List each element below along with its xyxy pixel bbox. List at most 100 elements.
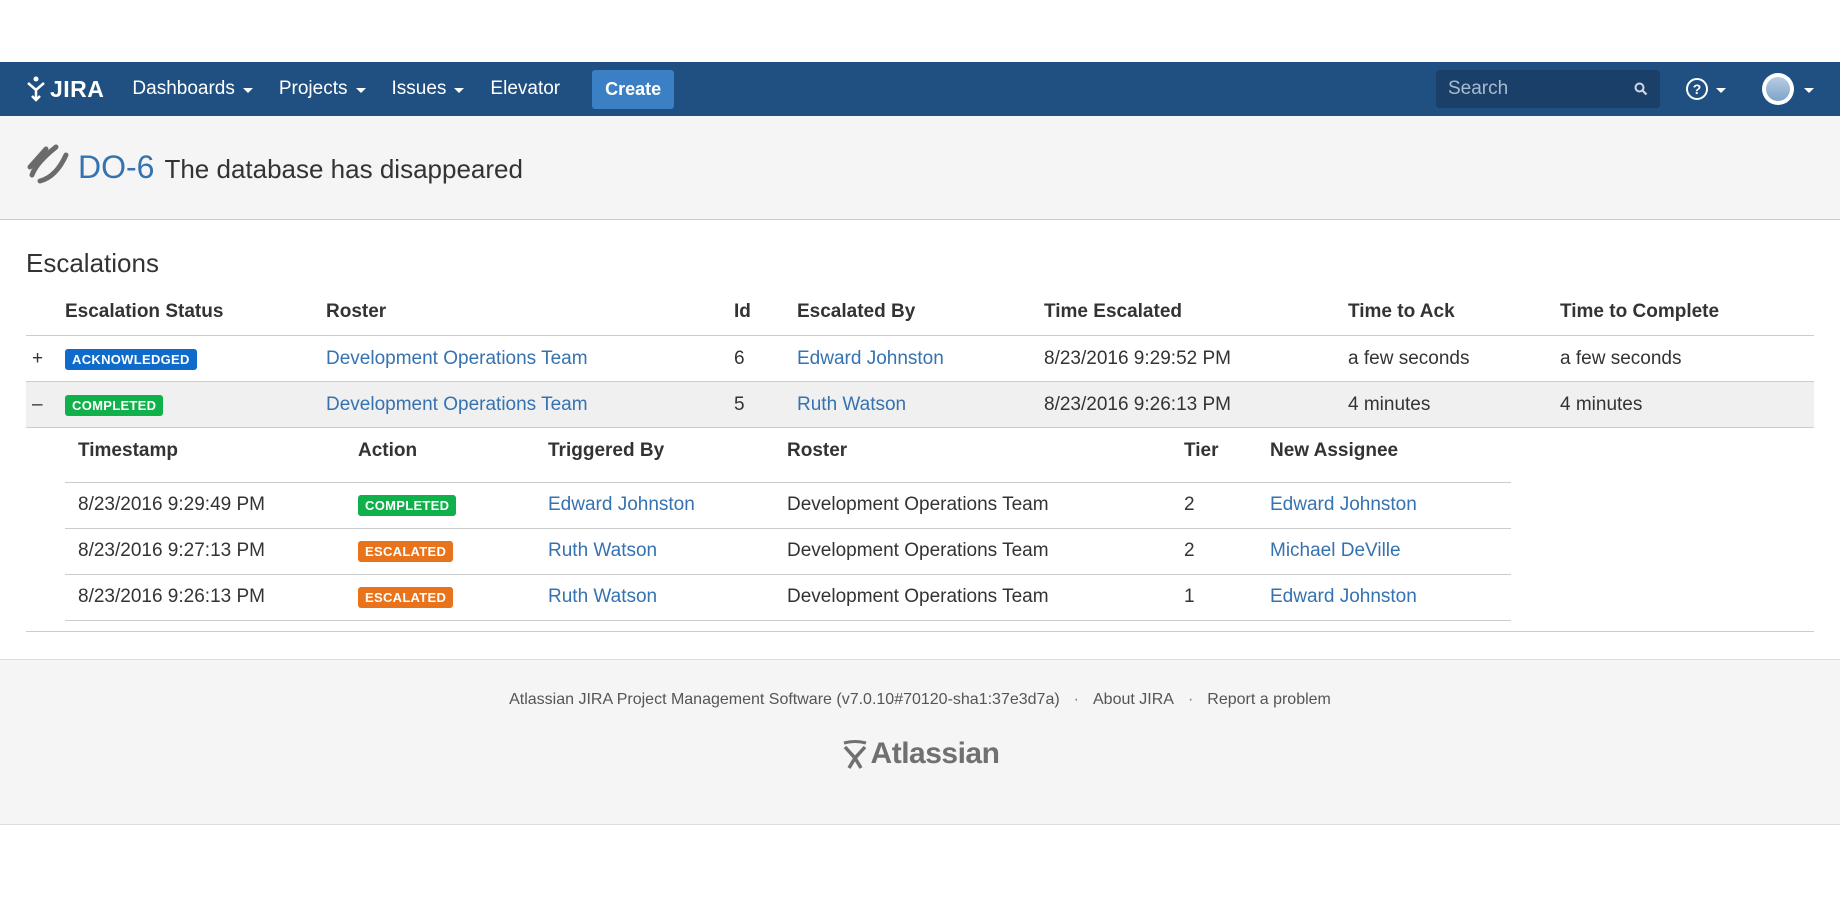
search-icon[interactable] bbox=[1634, 82, 1648, 96]
expand-toggle[interactable]: + bbox=[26, 335, 65, 382]
action-cell: ESCALATED bbox=[358, 528, 548, 575]
main-content: Escalations Escalation Status Roster Id … bbox=[0, 220, 1840, 632]
nav-projects-label: Projects bbox=[278, 78, 348, 99]
avatar-image bbox=[1766, 77, 1790, 101]
roster-cell: Development Operations Team bbox=[787, 482, 1184, 529]
atlassian-logo[interactable]: Atlassian bbox=[841, 737, 1000, 771]
nav-elevator[interactable]: Elevator bbox=[490, 78, 560, 100]
roster-link[interactable]: Development Operations Team bbox=[326, 348, 588, 369]
issue-key-link[interactable]: DO-6 bbox=[78, 149, 154, 186]
chevron-down-icon bbox=[454, 87, 465, 93]
time-to-ack-cell: a few seconds bbox=[1348, 335, 1560, 382]
tier-cell: 1 bbox=[1184, 574, 1270, 621]
footer-links: Atlassian JIRA Project Management Softwa… bbox=[509, 691, 1331, 709]
roster-cell: Development Operations Team bbox=[787, 574, 1184, 621]
collapse-toggle[interactable]: – bbox=[26, 381, 65, 428]
search-input[interactable] bbox=[1448, 78, 1618, 100]
action-badge: COMPLETED bbox=[358, 495, 457, 516]
id-cell: 5 bbox=[734, 381, 797, 428]
time-to-complete-cell: 4 minutes bbox=[1560, 381, 1814, 428]
detail-column-header: Tier bbox=[1184, 428, 1270, 483]
issue-summary: The database has disappeared bbox=[164, 154, 523, 184]
chevron-down-icon bbox=[1804, 87, 1814, 93]
timestamp-cell: 8/23/2016 9:29:49 PM bbox=[65, 482, 358, 529]
footer-separator: · bbox=[1073, 690, 1079, 708]
atlassian-logo-text: Atlassian bbox=[870, 736, 1000, 770]
new-assignee-cell: Edward Johnston bbox=[1270, 482, 1511, 529]
user-link[interactable]: Edward Johnston bbox=[1270, 494, 1417, 515]
roster-cell: Development Operations Team bbox=[326, 335, 734, 382]
action-cell: ESCALATED bbox=[358, 574, 548, 621]
toggle-column-header bbox=[26, 301, 65, 336]
timestamp-cell: 8/23/2016 9:26:13 PM bbox=[65, 574, 358, 621]
chevron-down-icon bbox=[1716, 87, 1726, 93]
escalation-detail-cell: Timestamp Action Triggered By Roster Tie… bbox=[26, 427, 1814, 632]
roster-cell: Development Operations Team bbox=[787, 528, 1184, 575]
timestamp-cell: 8/23/2016 9:27:13 PM bbox=[65, 528, 358, 575]
triggered-by-cell: Edward Johnston bbox=[548, 482, 787, 529]
escalated-by-cell: Ruth Watson bbox=[797, 381, 1044, 428]
status-cell: ACKNOWLEDGED bbox=[65, 335, 326, 382]
detail-header-row: Timestamp Action Triggered By Roster Tie… bbox=[65, 428, 1511, 483]
history-row: 8/23/2016 9:27:13 PM ESCALATED Ruth Wats… bbox=[65, 528, 1511, 575]
detail-column-header: Timestamp bbox=[65, 428, 358, 483]
status-badge: COMPLETED bbox=[65, 394, 164, 416]
escalation-detail-row: Timestamp Action Triggered By Roster Tie… bbox=[26, 427, 1814, 632]
tier-cell: 2 bbox=[1184, 482, 1270, 529]
section-title: Escalations bbox=[26, 248, 159, 278]
column-header: Time to Complete bbox=[1560, 301, 1814, 336]
action-badge: ESCALATED bbox=[358, 541, 454, 562]
help-menu[interactable]: ? bbox=[1686, 78, 1726, 100]
history-row: 8/23/2016 9:29:49 PM COMPLETED Edward Jo… bbox=[65, 482, 1511, 529]
nav-issues[interactable]: Issues bbox=[392, 78, 465, 100]
column-header: Escalation Status bbox=[65, 301, 326, 336]
issue-header: DO-6 The database has disappeared bbox=[0, 116, 1840, 220]
user-link[interactable]: Ruth Watson bbox=[548, 586, 657, 607]
column-header: Time to Ack bbox=[1348, 301, 1560, 336]
column-header: Time Escalated bbox=[1044, 301, 1348, 336]
status-cell: COMPLETED bbox=[65, 381, 326, 428]
table-row-expanded: – COMPLETED Development Operations Team … bbox=[26, 381, 1814, 428]
nav-dashboards-label: Dashboards bbox=[132, 78, 235, 99]
user-menu[interactable] bbox=[1762, 73, 1814, 105]
user-link[interactable]: Ruth Watson bbox=[548, 540, 657, 561]
status-badge: ACKNOWLEDGED bbox=[65, 348, 197, 370]
user-link[interactable]: Michael DeVille bbox=[1270, 540, 1401, 561]
report-problem-link[interactable]: Report a problem bbox=[1207, 691, 1331, 709]
create-button[interactable]: Create bbox=[592, 69, 675, 109]
user-link[interactable]: Edward Johnston bbox=[797, 348, 944, 369]
escalations-table: Escalation Status Roster Id Escalated By… bbox=[26, 301, 1814, 632]
search-box[interactable] bbox=[1436, 70, 1660, 108]
nav-projects[interactable]: Projects bbox=[279, 78, 366, 100]
action-cell: COMPLETED bbox=[358, 482, 548, 529]
nav-dashboards[interactable]: Dashboards bbox=[132, 78, 253, 100]
id-cell: 6 bbox=[734, 335, 797, 382]
nav-elevator-label: Elevator bbox=[490, 78, 561, 99]
top-whitespace bbox=[0, 0, 1840, 62]
software-version-text: Atlassian JIRA Project Management Softwa… bbox=[509, 690, 1060, 708]
user-link[interactable]: Edward Johnston bbox=[1270, 586, 1417, 607]
about-jira-link[interactable]: About JIRA bbox=[1093, 691, 1174, 709]
tier-cell: 2 bbox=[1184, 528, 1270, 575]
column-header: Id bbox=[734, 301, 797, 336]
nav-issues-label: Issues bbox=[391, 78, 447, 99]
detail-column-header: Triggered By bbox=[548, 428, 787, 483]
detail-column-header: Roster bbox=[787, 428, 1184, 483]
jira-logo-text: JIRA bbox=[50, 75, 105, 102]
footer-separator: · bbox=[1187, 690, 1194, 708]
triggered-by-cell: Ruth Watson bbox=[548, 528, 787, 575]
chevron-down-icon bbox=[355, 87, 366, 93]
project-avatar-icon bbox=[27, 144, 69, 183]
roster-cell: Development Operations Team bbox=[326, 381, 734, 428]
page-footer: Atlassian JIRA Project Management Softwa… bbox=[0, 658, 1840, 825]
history-row: 8/23/2016 9:26:13 PM ESCALATED Ruth Wats… bbox=[65, 574, 1511, 621]
escalated-by-cell: Edward Johnston bbox=[797, 335, 1044, 382]
jira-logo[interactable]: JIRA bbox=[26, 76, 104, 103]
table-header-row: Escalation Status Roster Id Escalated By… bbox=[26, 301, 1814, 336]
time-escalated-cell: 8/23/2016 9:29:52 PM bbox=[1044, 335, 1348, 382]
roster-link[interactable]: Development Operations Team bbox=[326, 394, 588, 415]
avatar bbox=[1762, 73, 1794, 105]
user-link[interactable]: Edward Johnston bbox=[548, 494, 695, 515]
user-link[interactable]: Ruth Watson bbox=[797, 394, 906, 415]
detail-column-header: Action bbox=[358, 428, 548, 483]
